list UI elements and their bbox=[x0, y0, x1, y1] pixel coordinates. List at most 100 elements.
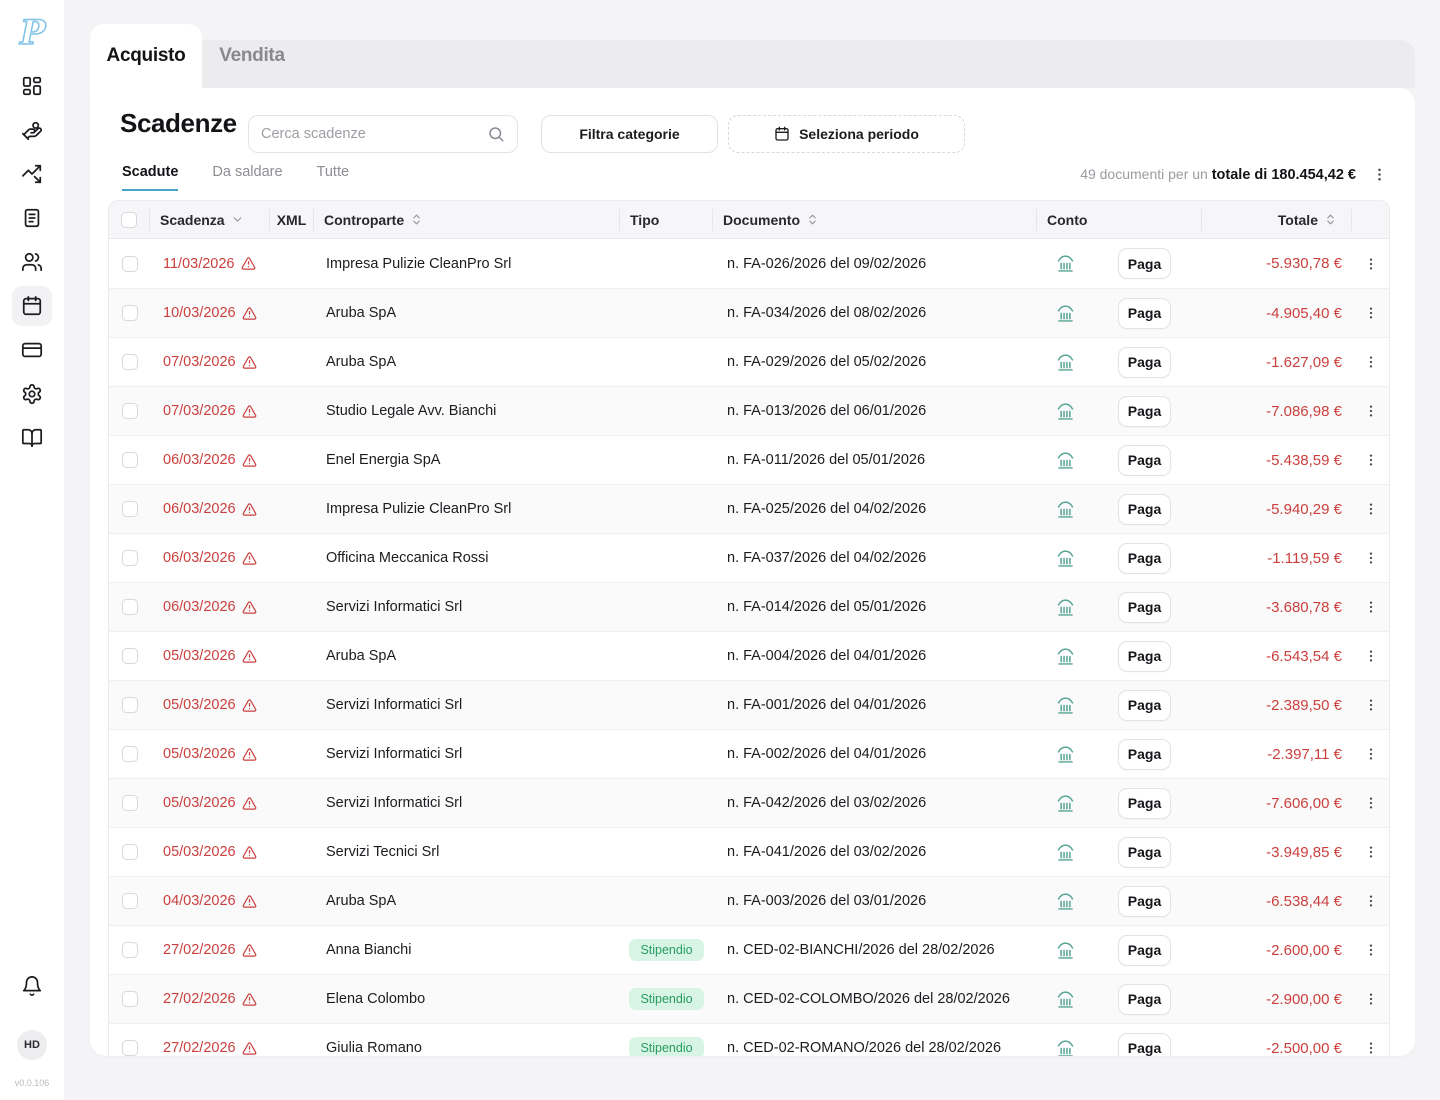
row-checkbox[interactable] bbox=[122, 501, 138, 517]
row-checkbox[interactable] bbox=[122, 550, 138, 566]
row-menu-button[interactable] bbox=[1362, 793, 1380, 813]
pay-button[interactable]: Paga bbox=[1118, 248, 1171, 279]
summary-menu-button[interactable] bbox=[1370, 164, 1389, 185]
table-row[interactable]: 06/03/2026 Impresa Pulizie CleanPro Srl … bbox=[109, 484, 1389, 533]
table-row[interactable]: 07/03/2026 Studio Legale Avv. Bianchi n.… bbox=[109, 386, 1389, 435]
pay-button[interactable]: Paga bbox=[1118, 445, 1171, 476]
search-box[interactable] bbox=[248, 115, 518, 153]
row-menu-button[interactable] bbox=[1362, 499, 1380, 519]
table-row[interactable]: 11/03/2026 Impresa Pulizie CleanPro Srl … bbox=[109, 239, 1389, 288]
app-logo[interactable]: P bbox=[12, 10, 52, 58]
sidebar-item-scadenze[interactable] bbox=[12, 286, 52, 326]
row-checkbox[interactable] bbox=[122, 1040, 138, 1056]
pay-button[interactable]: Paga bbox=[1118, 1033, 1171, 1057]
table-row[interactable]: 27/02/2026 Elena Colombo Stipendio n. CE… bbox=[109, 974, 1389, 1023]
sidebar-item-guide[interactable] bbox=[12, 418, 52, 458]
table-row[interactable]: 10/03/2026 Aruba SpA n. FA-034/2026 del … bbox=[109, 288, 1389, 337]
pay-button[interactable]: Paga bbox=[1118, 298, 1171, 329]
table-row[interactable]: 06/03/2026 Officina Meccanica Rossi n. F… bbox=[109, 533, 1389, 582]
pay-button[interactable]: Paga bbox=[1118, 641, 1171, 672]
select-all-checkbox[interactable] bbox=[121, 212, 137, 228]
column-header-tipo[interactable]: Tipo bbox=[620, 209, 713, 231]
row-checkbox[interactable] bbox=[122, 354, 138, 370]
pay-button[interactable]: Paga bbox=[1118, 396, 1171, 427]
table-row[interactable]: 07/03/2026 Aruba SpA n. FA-029/2026 del … bbox=[109, 337, 1389, 386]
tab-acquisto[interactable]: Acquisto bbox=[90, 24, 202, 88]
table-row[interactable]: 05/03/2026 Servizi Tecnici Srl n. FA-041… bbox=[109, 827, 1389, 876]
row-checkbox[interactable] bbox=[122, 648, 138, 664]
filter-categories-button[interactable]: Filtra categorie bbox=[541, 115, 718, 153]
row-menu-button[interactable] bbox=[1362, 548, 1380, 568]
row-checkbox[interactable] bbox=[122, 991, 138, 1007]
pay-button[interactable]: Paga bbox=[1118, 788, 1171, 819]
column-header-controparte[interactable]: Controparte bbox=[314, 209, 620, 231]
due-date-cell: 05/03/2026 bbox=[150, 681, 270, 729]
subtab-da-saldare[interactable]: Da saldare bbox=[212, 164, 282, 191]
column-header-totale[interactable]: Totale bbox=[1202, 209, 1352, 231]
row-checkbox[interactable] bbox=[122, 403, 138, 419]
sidebar-item-contacts[interactable] bbox=[12, 242, 52, 282]
search-input[interactable] bbox=[261, 126, 487, 142]
row-checkbox[interactable] bbox=[122, 697, 138, 713]
kebab-menu-icon bbox=[1364, 795, 1378, 811]
table-row[interactable]: 06/03/2026 Servizi Informatici Srl n. FA… bbox=[109, 582, 1389, 631]
row-checkbox[interactable] bbox=[122, 452, 138, 468]
table-row[interactable]: 06/03/2026 Enel Energia SpA n. FA-011/20… bbox=[109, 435, 1389, 484]
pay-button[interactable]: Paga bbox=[1118, 935, 1171, 966]
row-checkbox[interactable] bbox=[122, 844, 138, 860]
pay-button[interactable]: Paga bbox=[1118, 494, 1171, 525]
notifications-button[interactable] bbox=[12, 966, 52, 1006]
table-row[interactable]: 05/03/2026 Servizi Informatici Srl n. FA… bbox=[109, 729, 1389, 778]
row-checkbox[interactable] bbox=[122, 305, 138, 321]
row-checkbox[interactable] bbox=[122, 599, 138, 615]
row-menu-button[interactable] bbox=[1362, 352, 1380, 372]
row-menu-button[interactable] bbox=[1362, 695, 1380, 715]
pay-button[interactable]: Paga bbox=[1118, 592, 1171, 623]
table-row[interactable]: 04/03/2026 Aruba SpA n. FA-003/2026 del … bbox=[109, 876, 1389, 925]
sidebar-item-payments[interactable] bbox=[12, 110, 52, 150]
tab-vendita[interactable]: Vendita bbox=[202, 24, 302, 88]
pay-button[interactable]: Paga bbox=[1118, 543, 1171, 574]
row-menu-button[interactable] bbox=[1362, 254, 1380, 274]
sidebar-item-trends[interactable] bbox=[12, 154, 52, 194]
select-period-button[interactable]: Seleziona periodo bbox=[728, 115, 965, 153]
subtab-tutte[interactable]: Tutte bbox=[317, 164, 350, 191]
row-menu-button[interactable] bbox=[1362, 646, 1380, 666]
sidebar-item-documents[interactable] bbox=[12, 198, 52, 238]
row-menu-button[interactable] bbox=[1362, 450, 1380, 470]
row-menu-button[interactable] bbox=[1362, 597, 1380, 617]
pay-button[interactable]: Paga bbox=[1118, 984, 1171, 1015]
row-menu-button[interactable] bbox=[1362, 1038, 1380, 1056]
user-avatar[interactable]: HD bbox=[17, 1030, 47, 1060]
pay-button[interactable]: Paga bbox=[1118, 690, 1171, 721]
row-checkbox[interactable] bbox=[122, 942, 138, 958]
row-checkbox[interactable] bbox=[122, 893, 138, 909]
row-menu-button[interactable] bbox=[1362, 842, 1380, 862]
row-menu-button[interactable] bbox=[1362, 989, 1380, 1009]
column-header-documento[interactable]: Documento bbox=[713, 209, 1037, 231]
row-checkbox[interactable] bbox=[122, 795, 138, 811]
row-menu-button[interactable] bbox=[1362, 891, 1380, 911]
row-menu-button[interactable] bbox=[1362, 744, 1380, 764]
pay-button[interactable]: Paga bbox=[1118, 347, 1171, 378]
sidebar-item-cards[interactable] bbox=[12, 330, 52, 370]
pay-button[interactable]: Paga bbox=[1118, 739, 1171, 770]
table-row[interactable]: 05/03/2026 Aruba SpA n. FA-004/2026 del … bbox=[109, 631, 1389, 680]
table-row[interactable]: 27/02/2026 Giulia Romano Stipendio n. CE… bbox=[109, 1023, 1389, 1056]
row-checkbox[interactable] bbox=[122, 256, 138, 272]
pay-button[interactable]: Paga bbox=[1118, 886, 1171, 917]
sidebar-item-dashboard[interactable] bbox=[12, 66, 52, 106]
sidebar-item-settings[interactable] bbox=[12, 374, 52, 414]
column-header-scadenza[interactable]: Scadenza bbox=[150, 209, 270, 231]
table-row[interactable]: 05/03/2026 Servizi Informatici Srl n. FA… bbox=[109, 778, 1389, 827]
row-menu-button[interactable] bbox=[1362, 940, 1380, 960]
subtab-scadute[interactable]: Scadute bbox=[122, 164, 178, 191]
row-menu-button[interactable] bbox=[1362, 303, 1380, 323]
row-menu-button[interactable] bbox=[1362, 401, 1380, 421]
table-row[interactable]: 27/02/2026 Anna Bianchi Stipendio n. CED… bbox=[109, 925, 1389, 974]
table-row[interactable]: 05/03/2026 Servizi Informatici Srl n. FA… bbox=[109, 680, 1389, 729]
column-header-xml[interactable]: XML bbox=[270, 209, 314, 231]
row-checkbox[interactable] bbox=[122, 746, 138, 762]
pay-button[interactable]: Paga bbox=[1118, 837, 1171, 868]
column-header-conto[interactable]: Conto bbox=[1037, 209, 1202, 231]
